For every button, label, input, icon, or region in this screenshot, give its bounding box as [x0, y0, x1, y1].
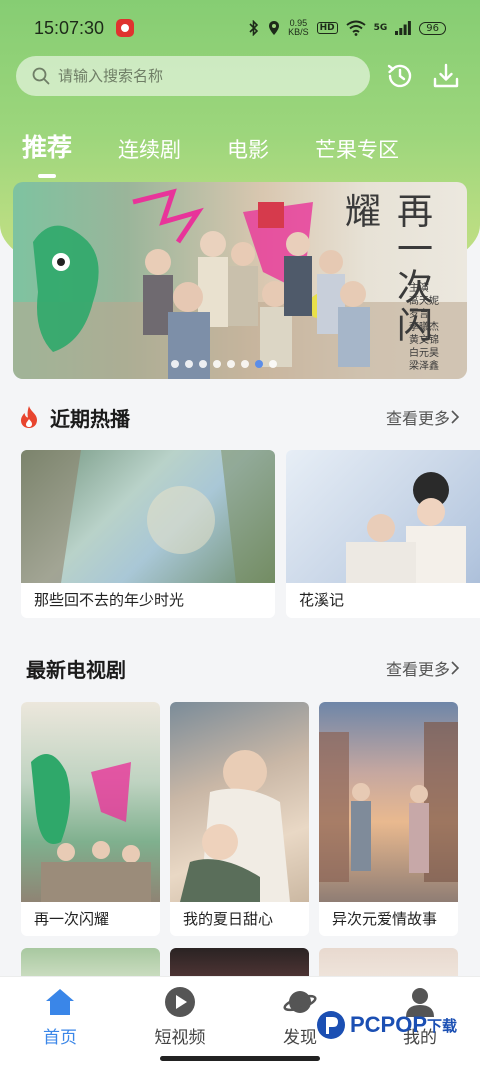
- poster-art: [319, 722, 458, 882]
- history-icon: [387, 64, 412, 88]
- hd-badge: HD: [316, 22, 338, 34]
- tv-item[interactable]: 再一次闪耀: [21, 702, 160, 936]
- hot-item[interactable]: 花溪记: [286, 450, 480, 618]
- tv-grid: 再一次闪耀 我的夏日甜心 异次元爱情故事: [21, 702, 458, 988]
- pager-dot[interactable]: [241, 360, 249, 368]
- tv-see-more[interactable]: 查看更多: [386, 656, 460, 680]
- hot-section-header: 近期热播 查看更多: [0, 397, 480, 437]
- hot-section-title: 近期热播: [50, 406, 130, 431]
- watermark: PCPOP 下载: [316, 1010, 457, 1040]
- banner-pager: [171, 360, 277, 368]
- nav-discover-label: 发现: [283, 1028, 317, 1048]
- poster-art: [21, 450, 275, 583]
- poster-image: [21, 450, 275, 583]
- pager-dot[interactable]: [213, 360, 221, 368]
- nav-short-video-label: 短视频: [154, 1028, 206, 1048]
- nav-home[interactable]: 首页: [0, 977, 120, 1072]
- hot-item-title: 那些回不去的年少时光: [34, 591, 185, 609]
- pager-dot[interactable]: [227, 360, 235, 368]
- category-tabs: 推荐 连续剧 电影 芒果专区: [22, 120, 445, 178]
- tab-movies[interactable]: 电影: [227, 134, 269, 164]
- search-icon: [32, 67, 50, 85]
- home-indicator[interactable]: [160, 1056, 320, 1061]
- planet-icon: [283, 991, 317, 1013]
- battery-indicator: 96: [419, 21, 446, 35]
- home-icon: [46, 989, 74, 1015]
- tv-item-title: 异次元爱情故事: [332, 910, 438, 928]
- poster-image: [170, 702, 309, 902]
- signal-label: 5G: [373, 23, 388, 33]
- pager-dot[interactable]: [269, 360, 277, 368]
- pager-dot[interactable]: [185, 360, 193, 368]
- pcpop-logo-icon: [317, 1011, 345, 1039]
- poster-image: [286, 450, 480, 583]
- status-bar: 15:07:30 0.95 KB/S HD 5G 96: [0, 0, 480, 56]
- banner-cast: 主演 高天妮 罗言 李曦杰 黄文锦 白元昊 梁泽鑫: [409, 283, 439, 372]
- status-icons: 0.95 KB/S HD 5G 96: [248, 19, 446, 37]
- tab-series[interactable]: 连续剧: [118, 134, 181, 164]
- fire-icon: [21, 406, 37, 428]
- location-icon: [269, 21, 280, 35]
- bluetooth-icon: [249, 20, 259, 36]
- download-icon: [433, 63, 459, 88]
- signal-icon: [395, 21, 412, 35]
- history-button[interactable]: [384, 60, 416, 92]
- tab-recommend[interactable]: 推荐: [22, 128, 72, 178]
- pager-dot[interactable]: [171, 360, 179, 368]
- tv-item[interactable]: 我的夏日甜心: [170, 702, 309, 936]
- poster-image: [21, 702, 160, 902]
- download-button[interactable]: [430, 60, 462, 92]
- hot-item-title: 花溪记: [299, 591, 345, 609]
- tv-section-title: 最新电视剧: [26, 657, 126, 682]
- search-row: [16, 56, 464, 96]
- watermark-cn: 下载: [427, 1016, 458, 1035]
- search-box[interactable]: [16, 56, 370, 96]
- tab-mango-zone[interactable]: 芒果专区: [315, 134, 399, 164]
- tv-item[interactable]: 异次元爱情故事: [319, 702, 458, 936]
- nav-home-label: 首页: [43, 1028, 77, 1048]
- search-input[interactable]: [58, 67, 338, 85]
- tv-item-title: 再一次闪耀: [34, 910, 110, 928]
- hot-item[interactable]: 那些回不去的年少时光: [21, 450, 275, 618]
- tv-section-header: 最新电视剧 查看更多: [0, 648, 480, 688]
- poster-image: [319, 702, 458, 902]
- network-speed: 0.95 KB/S: [288, 18, 309, 37]
- hero-banner[interactable]: 再一次闪耀 主演 高天妮 罗言 李曦杰 黄文锦 白元昊 梁泽鑫: [13, 182, 467, 379]
- watermark-brand: PCPOP: [350, 1012, 428, 1037]
- tv-item-title: 我的夏日甜心: [183, 910, 274, 928]
- hot-see-more[interactable]: 查看更多: [386, 405, 460, 429]
- chevron-right-icon: [451, 410, 460, 424]
- notification-app-icon: [116, 19, 135, 37]
- poster-art: [180, 750, 290, 902]
- wifi-icon: [345, 20, 366, 36]
- status-time: 15:07:30: [34, 17, 105, 38]
- hot-list: 那些回不去的年少时光 花溪记: [21, 450, 480, 618]
- play-icon: [165, 987, 195, 1017]
- poster-art: [346, 472, 466, 583]
- pager-dot-active[interactable]: [255, 360, 263, 368]
- chevron-right-icon: [451, 661, 460, 675]
- pager-dot[interactable]: [199, 360, 207, 368]
- poster-art: [31, 754, 151, 902]
